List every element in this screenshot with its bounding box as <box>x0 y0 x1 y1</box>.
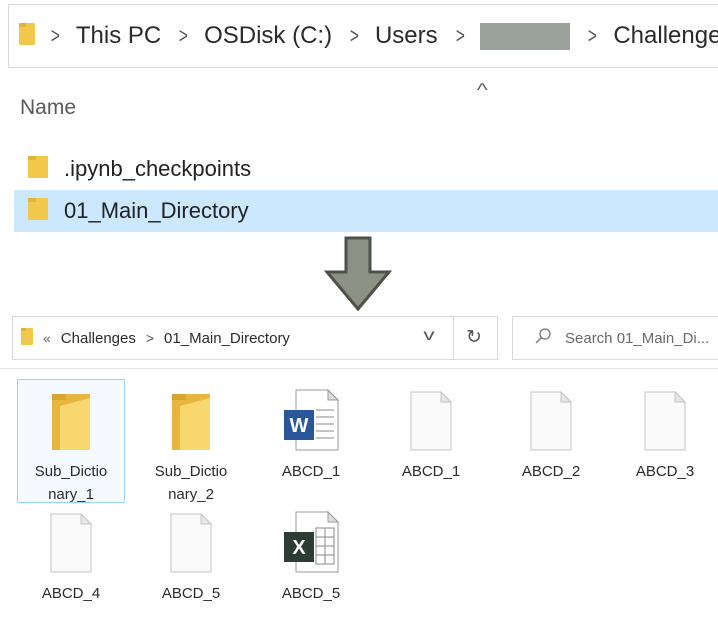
folder-icon <box>28 196 48 226</box>
file-item-label: ABCD_2 <box>521 463 581 480</box>
chevron-down-icon[interactable]: v <box>423 327 434 345</box>
search-icon <box>535 328 551 348</box>
file-item-label: ABCD_1 <box>401 463 461 480</box>
chevron-right-icon: > <box>179 23 189 48</box>
file-item[interactable]: ABCD_5 <box>138 502 244 605</box>
list-item-selected[interactable]: 01_Main_Directory <box>14 190 718 232</box>
svg-text:X: X <box>292 537 306 559</box>
chevron-right-icon: > <box>350 23 360 48</box>
breadcrumb-challenges[interactable]: Challenges <box>613 22 718 50</box>
file-item-label: ABCD_1 <box>281 463 341 480</box>
folder-icon <box>21 327 33 349</box>
file-item[interactable]: X ABCD_5 <box>258 502 364 605</box>
chevron-right-icon: > <box>145 330 155 346</box>
address-bar[interactable]: « Challenges > 01_Main_Directory v ↻ <box>12 316 498 360</box>
redacted-username <box>480 22 571 50</box>
file-item[interactable]: ABCD_2 <box>498 380 604 483</box>
folder-icon <box>28 154 48 184</box>
search-box[interactable]: Search 01_Main_Di... <box>512 316 718 360</box>
breadcrumb-users[interactable]: Users <box>375 22 438 50</box>
file-item-label: ABCD_4 <box>41 585 101 602</box>
breadcrumb-challenges[interactable]: Challenges <box>61 330 136 347</box>
folder-icon <box>18 380 124 452</box>
chevron-right-icon: > <box>50 23 60 48</box>
refresh-icon[interactable]: ↻ <box>466 326 482 349</box>
chevron-right-icon: > <box>588 23 598 48</box>
file-item[interactable]: ABCD_4 <box>18 502 124 605</box>
blank-file-icon <box>138 502 244 574</box>
blank-file-icon <box>378 380 484 452</box>
excel-doc-icon: X <box>258 502 364 574</box>
blank-file-icon <box>612 380 718 452</box>
breadcrumb-osdisk[interactable]: OSDisk (C:) <box>204 22 332 50</box>
blank-file-icon <box>498 380 604 452</box>
file-item[interactable]: ABCD_1 <box>378 380 484 483</box>
file-item-label: ABCD_3 <box>635 463 695 480</box>
divider <box>453 317 454 359</box>
sort-up-icon[interactable]: ^ <box>477 80 488 101</box>
file-item[interactable]: Sub_Dictio nary_2 <box>138 380 244 506</box>
folder-icon <box>19 21 35 52</box>
down-arrow-icon <box>323 236 393 317</box>
breadcrumb-bar[interactable]: > This PC > OSDisk (C:) > Users > > Challeng… <box>8 4 718 68</box>
blank-file-icon <box>18 502 124 574</box>
file-item[interactable]: Sub_Dictio nary_1 <box>17 379 125 503</box>
file-item[interactable]: W ABCD_1 <box>258 380 364 483</box>
file-item-label: ABCD_5 <box>161 585 221 602</box>
list-item[interactable]: .ipynb_checkpoints <box>14 148 718 190</box>
file-item-label: Sub_Dictio nary_1 <box>34 463 108 503</box>
file-item[interactable]: ABCD_3 <box>612 380 718 483</box>
list-item-label: .ipynb_checkpoints <box>64 156 252 181</box>
file-item-label: Sub_Dictio nary_2 <box>154 463 228 503</box>
svg-text:W: W <box>290 415 309 437</box>
breadcrumb-main-directory[interactable]: 01_Main_Directory <box>164 330 290 347</box>
folder-icon <box>138 380 244 452</box>
word-doc-icon: W <box>258 380 364 452</box>
breadcrumb-this-pc[interactable]: This PC <box>76 22 161 50</box>
list-item-label: 01_Main_Directory <box>64 198 249 223</box>
chevron-right-icon: > <box>455 23 465 48</box>
search-placeholder: Search 01_Main_Di... <box>565 329 710 347</box>
file-item-label: ABCD_5 <box>281 585 341 602</box>
column-header-name[interactable]: Name <box>20 96 76 120</box>
overflow-chevron-icon[interactable]: « <box>43 330 51 346</box>
divider <box>0 368 718 369</box>
